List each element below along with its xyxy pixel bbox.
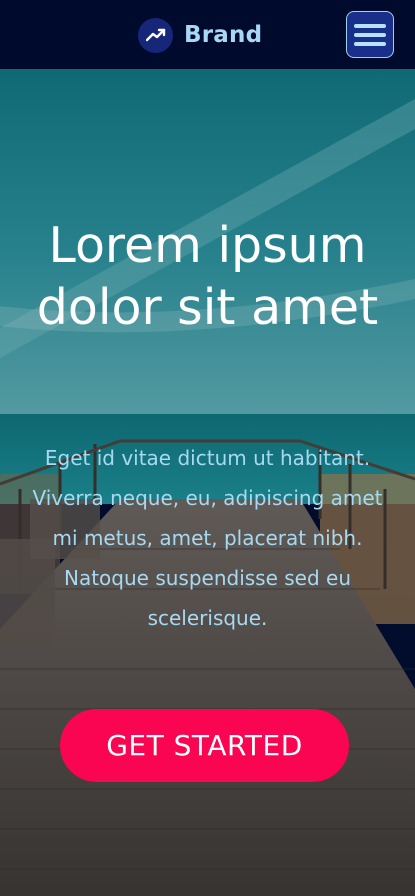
hamburger-menu-button[interactable] [346, 11, 394, 58]
brand[interactable]: Brand [138, 17, 262, 53]
brand-name: Brand [184, 22, 263, 48]
top-navbar: Brand [0, 0, 415, 69]
get-started-button[interactable]: GET STARTED [60, 709, 349, 782]
hamburger-menu-icon-bar [354, 32, 386, 37]
hero-description: Eget id vitae dictum ut habitant. Viverr… [32, 446, 383, 630]
hero-content: Lorem ipsum dolor sit amet Eget id vitae… [0, 69, 415, 896]
page: Brand Lorem ipsum dolor sit amet Eget id… [0, 0, 415, 896]
hero-section: Lorem ipsum dolor sit amet Eget id vitae… [0, 69, 415, 896]
hamburger-menu-icon-bar [354, 41, 386, 46]
trending-up-icon [138, 17, 173, 53]
hamburger-menu-icon [354, 23, 386, 28]
hero-title: Lorem ipsum dolor sit amet [36, 217, 379, 336]
